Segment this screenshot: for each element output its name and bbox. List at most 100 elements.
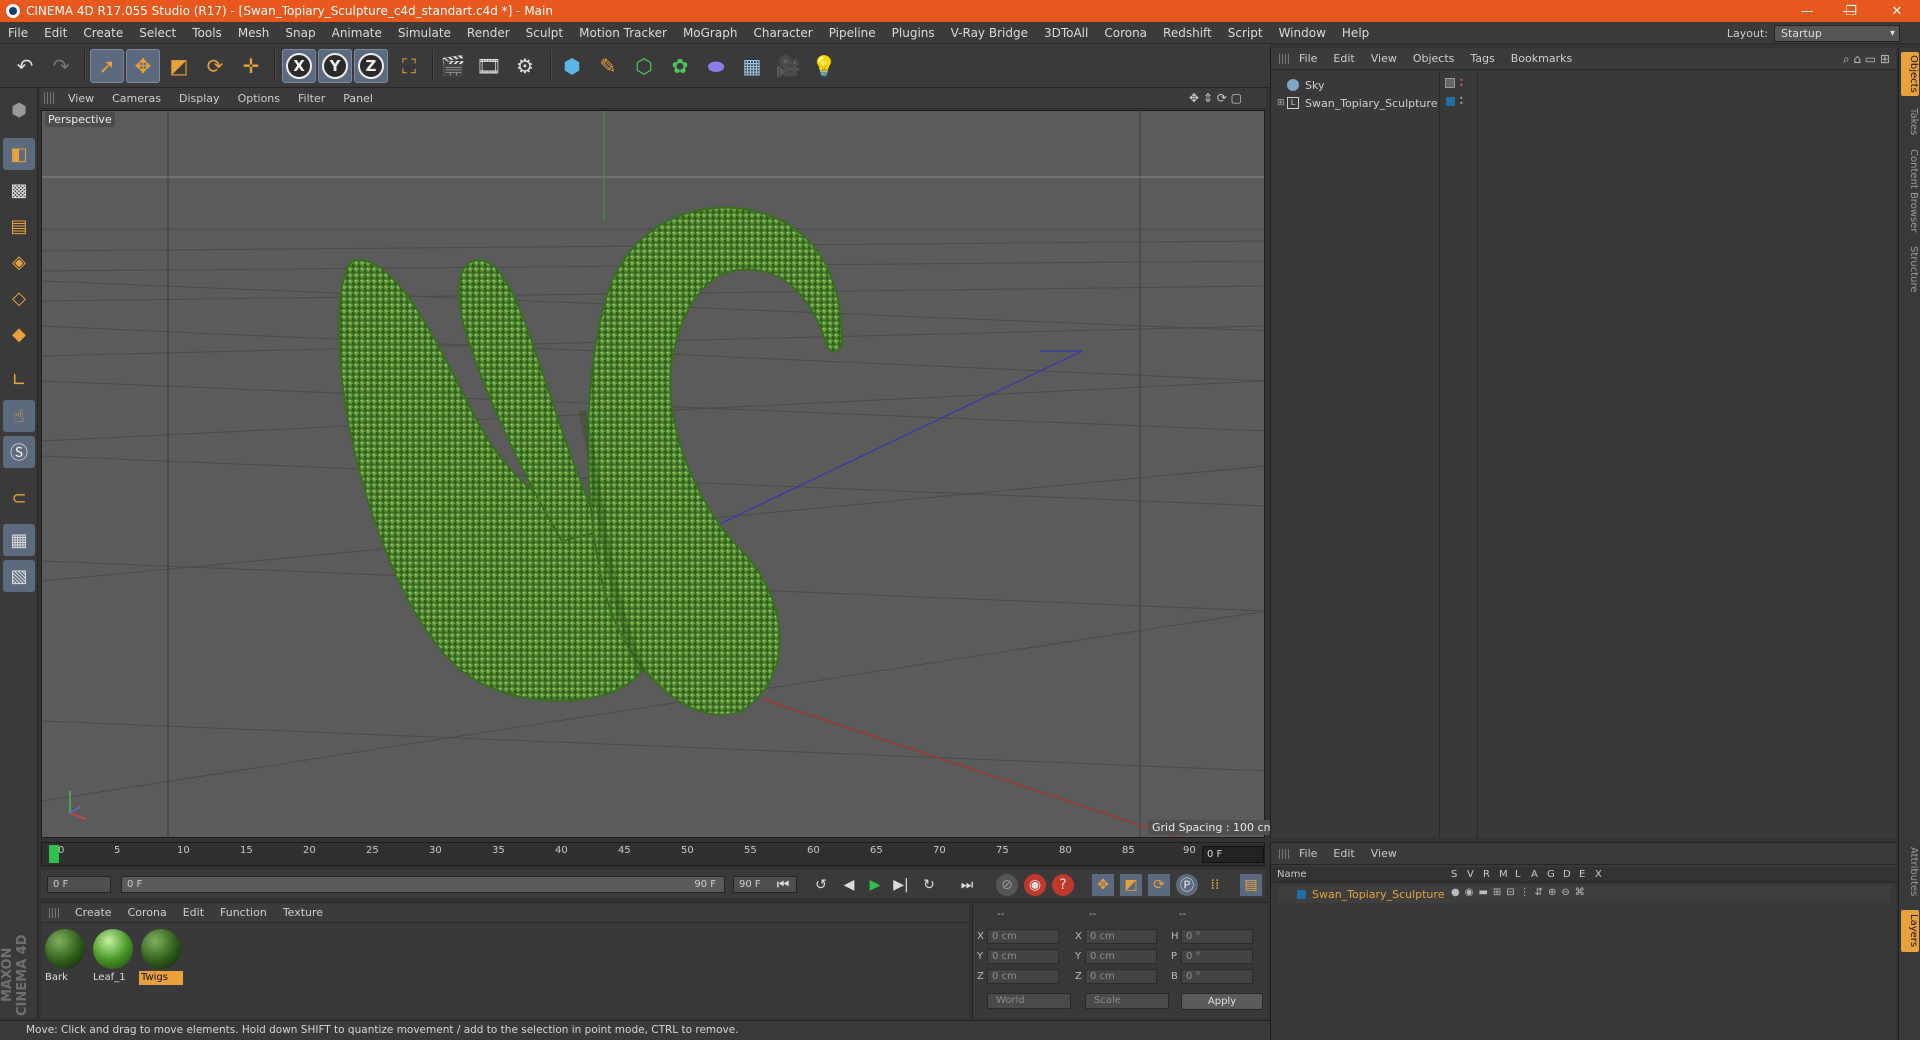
move-icon[interactable]: ✥ [126, 49, 160, 83]
current-frame-field[interactable]: 0 F [1202, 846, 1264, 863]
menu-select[interactable]: Select [131, 26, 184, 40]
menu-tools[interactable]: Tools [184, 26, 230, 40]
layer-col-deformers[interactable]: D [1563, 869, 1571, 880]
apply-button[interactable]: Apply [1181, 993, 1263, 1010]
locked-workplane-icon[interactable]: ▦ [3, 524, 35, 556]
redo-icon[interactable]: ↷ [44, 49, 78, 83]
viewport-perspective[interactable] [41, 110, 1265, 838]
menu-file[interactable]: File [0, 26, 36, 40]
camera-icon[interactable]: 🎥 [771, 49, 805, 83]
edges-mode-icon[interactable]: ◇ [3, 282, 35, 314]
viewport-menu-cameras[interactable]: Cameras [112, 92, 161, 105]
layer-col-view[interactable]: V [1467, 869, 1474, 880]
menu-snap[interactable]: Snap [277, 26, 323, 40]
record-scale-button[interactable]: ◩ [1120, 874, 1142, 896]
viewport-menu-display[interactable]: Display [179, 92, 220, 105]
go-to-end-button[interactable]: ⏭ [956, 874, 978, 896]
start-frame-field[interactable]: 0 F [47, 876, 111, 893]
layer-menu-edit[interactable]: Edit [1333, 847, 1354, 860]
menu-3dtoall[interactable]: 3DToAll [1036, 26, 1096, 40]
material-bark[interactable]: Bark [43, 927, 87, 987]
position-z-field[interactable]: 0 cm [987, 969, 1059, 984]
go-to-previous-key-button[interactable]: ↺ [810, 874, 832, 896]
autokeying-button[interactable]: ◉ [1024, 874, 1046, 896]
viewport-menu-view[interactable]: View [68, 92, 94, 105]
layer-col-manager[interactable]: M [1499, 869, 1508, 880]
layer-row-swan-topiary-sculpture[interactable]: Swan_Topiary_Sculpture ●◉▬⊞⊟⋮⇵⊕⊖⌘ [1279, 885, 1891, 903]
scale-icon[interactable]: ◩ [162, 49, 196, 83]
viewport-menu-filter[interactable]: Filter [298, 92, 325, 105]
cube-icon[interactable]: ⬢ [555, 49, 589, 83]
close-button[interactable]: ✕ [1874, 0, 1920, 22]
viewport-menu-panel[interactable]: Panel [343, 92, 373, 105]
layer-toggle-icons[interactable]: ●◉▬⊞⊟⋮⇵⊕⊖⌘ [1451, 887, 1590, 898]
menu-animate[interactable]: Animate [324, 26, 390, 40]
world-dropdown[interactable]: World [987, 993, 1071, 1009]
restore-button[interactable]: ❐ [1828, 0, 1874, 22]
size-y-field[interactable]: 0 cm [1085, 949, 1157, 964]
menu-vray-bridge[interactable]: V-Ray Bridge [943, 26, 1036, 40]
planar-workplane-icon[interactable]: ▧ [3, 560, 35, 592]
object-menu-file[interactable]: File [1299, 52, 1317, 65]
coordinate-system-icon[interactable]: ⛶ [392, 49, 426, 83]
menu-simulate[interactable]: Simulate [390, 26, 459, 40]
visibility-dots-icon[interactable]: • • [1459, 77, 1464, 90]
axis-mode-icon[interactable]: ∟ [3, 364, 35, 396]
rotation-h-field[interactable]: 0 ° [1181, 929, 1253, 944]
menu-sculpt[interactable]: Sculpt [518, 26, 571, 40]
layer-col-animation[interactable]: A [1531, 869, 1538, 880]
menu-character[interactable]: Character [745, 26, 820, 40]
record-active-objects-button[interactable]: ⊘ [996, 874, 1018, 896]
layer-color-icon[interactable] [1297, 889, 1306, 899]
scale-dropdown[interactable]: Scale [1085, 993, 1169, 1009]
tab-content-browser[interactable]: Content Browser [1901, 148, 1919, 234]
material-twigs[interactable]: Twigs [139, 927, 183, 987]
tab-structure[interactable]: Structure [1901, 242, 1919, 296]
layer-col-locked[interactable]: L [1515, 869, 1521, 880]
tab-layers[interactable]: Layers [1901, 910, 1919, 952]
workplane-mode-icon[interactable]: ▤ [3, 210, 35, 242]
expand-icon[interactable]: ⊞ [1277, 98, 1287, 108]
y-axis-icon[interactable]: Y [318, 49, 352, 83]
minimize-button-2[interactable]: — [1784, 0, 1830, 22]
menu-mograph[interactable]: MoGraph [675, 26, 746, 40]
material-menu-function[interactable]: Function [220, 906, 267, 919]
menu-plugins[interactable]: Plugins [884, 26, 943, 40]
floor-icon[interactable]: ▦ [735, 49, 769, 83]
snapping-icon[interactable]: Ⓢ [3, 436, 35, 468]
position-x-field[interactable]: 0 cm [987, 929, 1059, 944]
object-row-sky[interactable]: Sky [1277, 76, 1324, 94]
array-icon[interactable]: ✿ [663, 49, 697, 83]
material-menu-texture[interactable]: Texture [283, 906, 323, 919]
menu-help[interactable]: Help [1334, 26, 1377, 40]
layer-col-generators[interactable]: G [1547, 869, 1555, 880]
visibility-dots-icon[interactable]: • • [1459, 95, 1464, 108]
layer-menu-view[interactable]: View [1371, 847, 1397, 860]
tab-takes[interactable]: Takes [1901, 104, 1919, 140]
object-menu-bookmarks[interactable]: Bookmarks [1511, 52, 1572, 65]
deformer-icon[interactable]: ⬬ [699, 49, 733, 83]
menu-script[interactable]: Script [1220, 26, 1271, 40]
layer-color-icon[interactable] [1446, 97, 1455, 106]
object-row-swan-topiary-sculpture[interactable]: ⊞ L Swan_Topiary_Sculpture [1277, 94, 1437, 112]
model-mode-icon[interactable]: ◧ [3, 138, 35, 170]
layer-col-solo[interactable]: S [1451, 869, 1457, 880]
tweak-mode-icon[interactable]: ☝ [3, 400, 35, 432]
viewport-nav-icons[interactable]: ✥ ⇕ ⟳ ▢ [1189, 91, 1242, 105]
edit-render-settings-icon[interactable]: ⚙ [508, 49, 542, 83]
timeline-window-button[interactable]: ▤ [1240, 874, 1262, 896]
object-menu-view[interactable]: View [1371, 52, 1397, 65]
object-menu-objects[interactable]: Objects [1413, 52, 1455, 65]
material-leaf-1[interactable]: Leaf_1 [91, 927, 135, 987]
record-parameter-button[interactable]: Ⓟ [1176, 874, 1198, 896]
menu-corona[interactable]: Corona [1096, 26, 1155, 40]
layer-col-expressions[interactable]: E [1579, 869, 1585, 880]
subdivision-icon[interactable]: ⬡ [627, 49, 661, 83]
live-select-icon[interactable]: ✛ [234, 49, 268, 83]
points-mode-icon[interactable]: ◈ [3, 246, 35, 278]
viewport-menu-options[interactable]: Options [238, 92, 280, 105]
go-to-start-button[interactable]: ⏮ [772, 874, 794, 896]
layer-col-render[interactable]: R [1483, 869, 1490, 880]
render-view-icon[interactable]: 🎬 [436, 49, 470, 83]
rotate-icon[interactable]: ⟳ [198, 49, 232, 83]
